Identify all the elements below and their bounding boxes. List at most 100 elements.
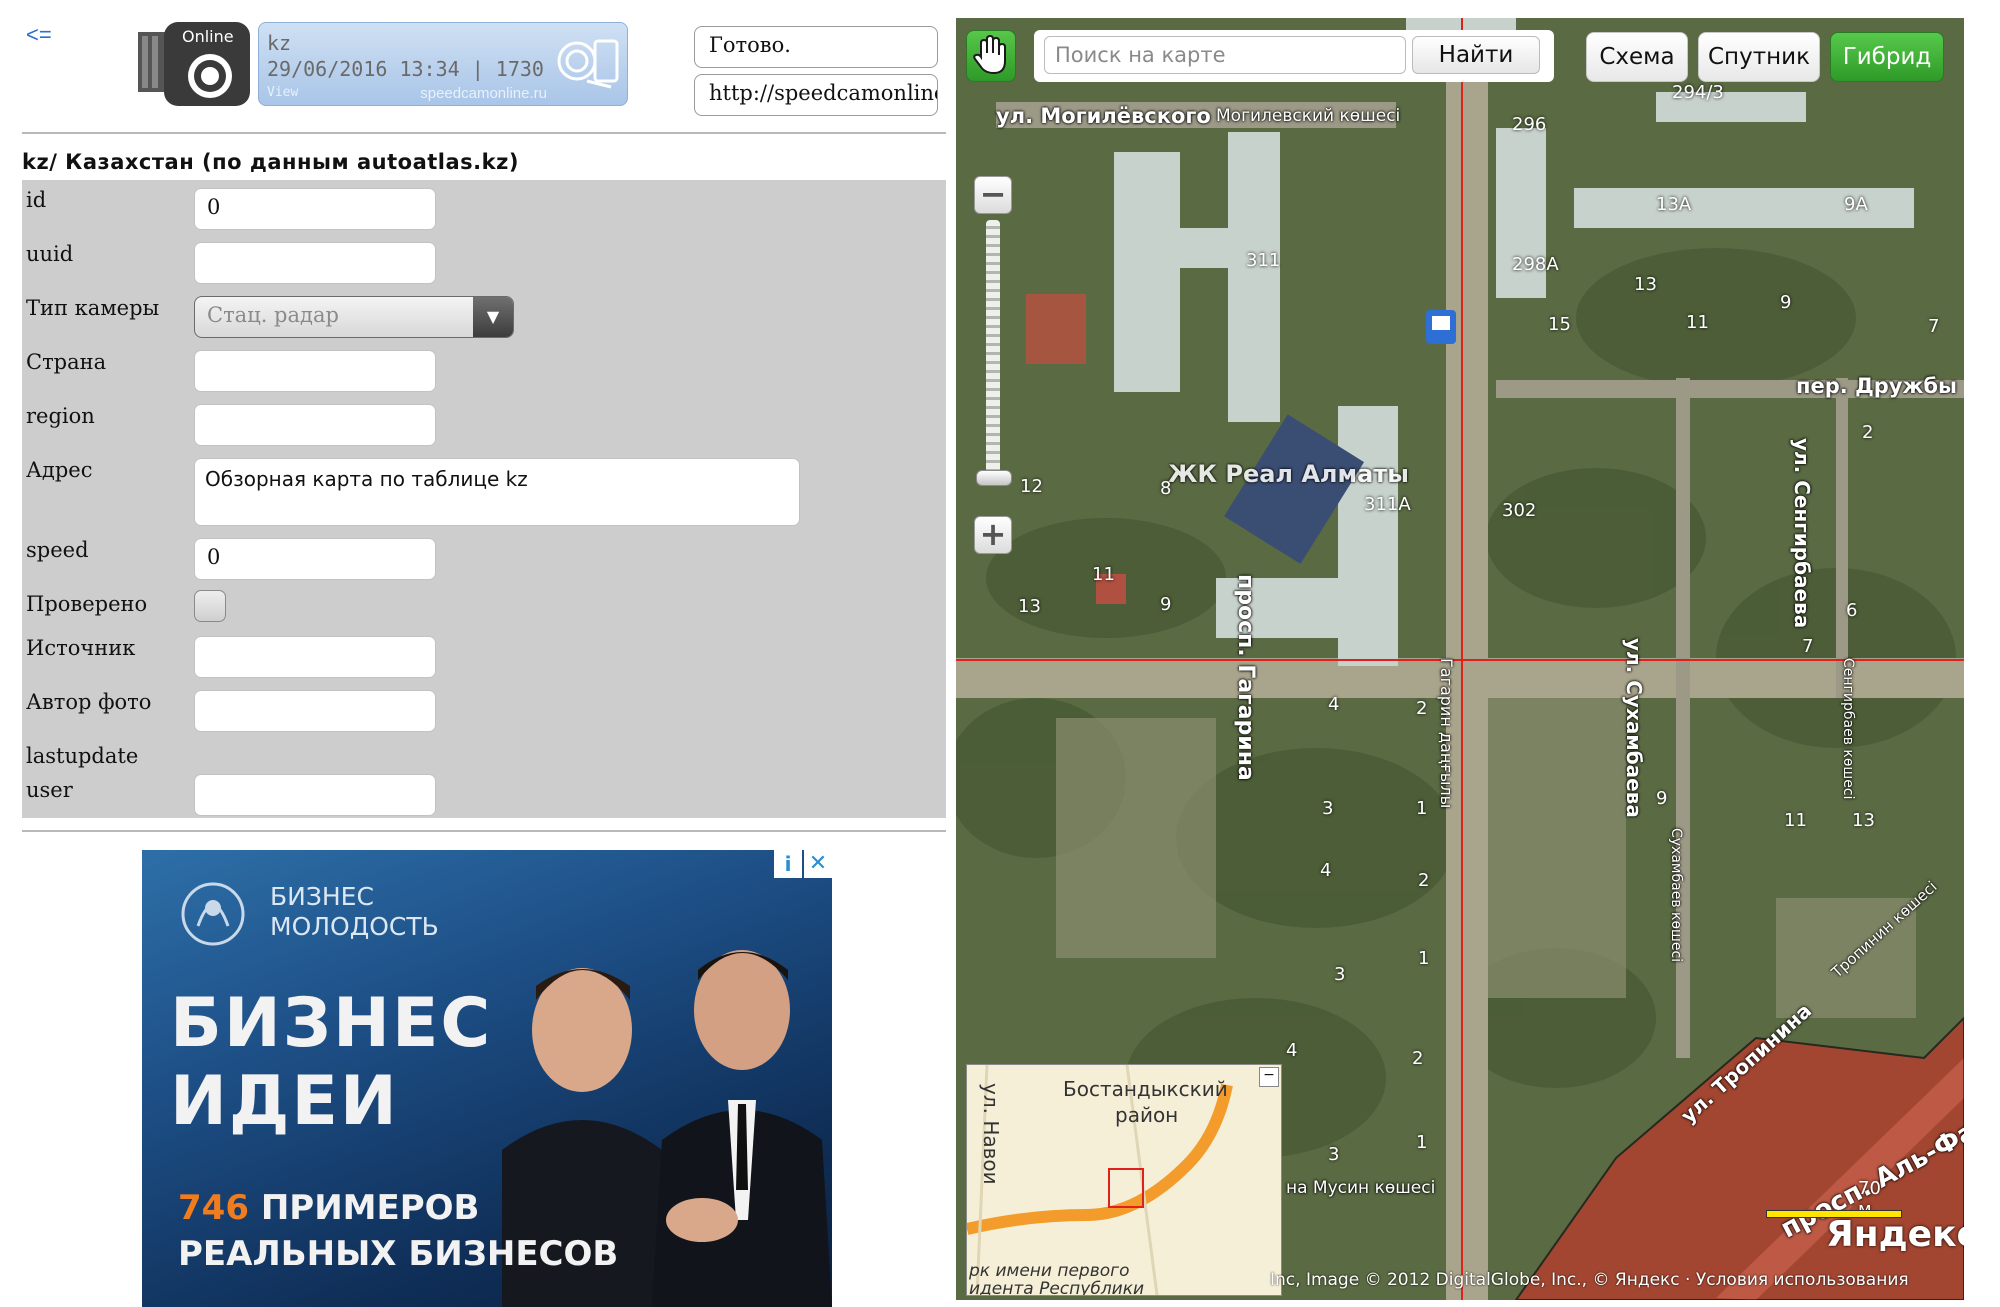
street-label: Сенгирбаев көшесі (1840, 658, 1856, 800)
house-number: 13 (1634, 274, 1657, 295)
verified-checkbox[interactable] (194, 590, 226, 622)
verified-label: Проверено (26, 592, 148, 616)
logo-text: Online (182, 27, 234, 46)
house-number: 9 (1656, 788, 1668, 809)
pan-tool-button[interactable] (966, 30, 1016, 82)
country-label: Страна (26, 350, 107, 374)
minimap-district2: район (1115, 1103, 1179, 1127)
region-label: region (26, 404, 95, 428)
house-number: 6 (1846, 600, 1858, 621)
house-number: 11 (1784, 810, 1807, 831)
speedcam-ticker[interactable]: kz 29/06/2016 13:34 | 1730 View speedcam… (258, 22, 628, 106)
house-number: 3 (1334, 964, 1346, 985)
id-input[interactable]: 0 (194, 188, 436, 230)
house-number: 7 (1802, 636, 1814, 657)
ad-subline2: РЕАЛЬНЫХ БИЗНЕСОВ (178, 1234, 619, 1274)
mode-scheme-button[interactable]: Схема (1586, 32, 1688, 82)
house-number: 2 (1862, 422, 1874, 443)
url-field[interactable]: http://speedcamonline.ru (694, 74, 938, 116)
divider (22, 132, 946, 134)
ad-headline1: БИЗНЕС (170, 984, 493, 1063)
map-widget[interactable]: ул. Могилёвского Могилевский көшесі пер.… (956, 18, 1964, 1300)
house-number: 13 (1018, 596, 1041, 617)
street-label: Гагарин даңғылы (1437, 658, 1456, 809)
street-label: ул. Могилёвского (996, 104, 1211, 128)
zoom-out-button[interactable]: − (974, 176, 1012, 214)
street-label: пер. Дружбы (1796, 374, 1958, 398)
street-label: ул. Сенгирбаева (1790, 438, 1814, 629)
minimap-district: Бостандыкский (1063, 1077, 1228, 1101)
zoom-in-button[interactable]: + (974, 516, 1012, 554)
house-number: 296 (1512, 114, 1547, 135)
house-number: 7 (1928, 316, 1940, 337)
house-number: 311А (1364, 494, 1411, 515)
zoom-slider-track[interactable] (986, 220, 1000, 482)
house-number: 302 (1502, 500, 1537, 521)
camera-type-label: Тип камеры (26, 296, 160, 320)
house-number: 9 (1780, 292, 1792, 313)
chevron-down-icon[interactable]: ▼ (473, 297, 513, 337)
ad-subline1-rest: ПРИМЕРОВ (248, 1188, 480, 1228)
map-copyright[interactable]: Inc, Image © 2012 DigitalGlobe, Inc., © … (1270, 1270, 1909, 1290)
lastupdate-label: lastupdate (26, 744, 139, 768)
house-number: 4 (1328, 694, 1340, 715)
house-number: 1 (1418, 948, 1430, 969)
house-number: 3 (1322, 798, 1334, 819)
zoom-control: − + (970, 176, 1014, 576)
house-number: 4 (1286, 1040, 1298, 1061)
address-label: Адрес (26, 458, 93, 482)
house-number: 3 (1328, 1144, 1340, 1165)
address-textarea[interactable]: Обзорная карта по таблице kz (194, 458, 800, 526)
house-number: 2 (1418, 870, 1430, 891)
region-input[interactable] (194, 404, 436, 446)
street-label: на Мусин көшесі (1286, 1178, 1436, 1198)
overview-minimap[interactable]: Бостандыкский район ул. Навои рк имени п… (966, 1064, 1282, 1296)
speed-input[interactable]: 0 (194, 538, 436, 580)
ad-brand-line1: БИЗНЕС (270, 882, 374, 911)
source-input[interactable] (194, 636, 436, 678)
status-field: Готово. (694, 26, 938, 68)
camera-type-value: Стац. радар (207, 303, 339, 327)
yandex-logo[interactable]: Яндекс (1826, 1214, 1964, 1255)
ad-info-icon[interactable]: i (774, 850, 802, 878)
house-number: 9 (1160, 594, 1172, 615)
uuid-label: uuid (26, 242, 74, 266)
user-label: user (26, 778, 73, 802)
user-input[interactable] (194, 774, 436, 816)
brand-emblem-icon (181, 882, 245, 946)
complex-label: ЖК Реал Алматы (1168, 460, 1409, 488)
street-label: ул. Сухамбаева (1622, 638, 1646, 818)
country-input[interactable] (194, 350, 436, 392)
advertisement-banner[interactable]: БИЗНЕС МОЛОДОСТЬ БИЗНЕС ИДЕИ 746 ПРИМЕРО… (142, 850, 832, 1307)
record-form: id 0 uuid Тип камеры Стац. радар ▼ Стран… (22, 180, 946, 818)
form-title: kz/ Казахстан (по данным autoatlas.kz) (22, 150, 519, 174)
street-label: просп. Гагарина (1233, 574, 1258, 781)
map-search-button[interactable]: Найти (1412, 36, 1540, 74)
ticker-datetime: 29/06/2016 13:34 | 1730 (267, 57, 544, 81)
mode-hybrid-button[interactable]: Гибрид (1830, 32, 1944, 82)
ad-headline2: ИДЕИ (170, 1062, 399, 1141)
mode-satellite-button[interactable]: Спутник (1698, 32, 1820, 82)
house-number: 9А (1844, 194, 1868, 215)
ad-close-icon[interactable]: ✕ (804, 850, 832, 878)
house-number: 1 (1416, 798, 1428, 819)
uuid-input[interactable] (194, 242, 436, 284)
divider (22, 830, 946, 832)
back-link[interactable]: <= (26, 22, 52, 48)
source-label: Источник (26, 636, 136, 660)
map-search-input[interactable]: Поиск на карте (1044, 36, 1406, 74)
minimap-park: рк имени первого (969, 1261, 1130, 1281)
speed-label: speed (26, 538, 89, 562)
zoom-slider-thumb[interactable] (976, 470, 1012, 486)
ticker-view: View (267, 85, 299, 100)
house-number: 8 (1160, 478, 1172, 499)
minimap-street: ул. Навои (979, 1083, 1003, 1185)
camera-type-select[interactable]: Стац. радар ▼ (194, 296, 514, 338)
speed-camera-icon (557, 39, 619, 89)
house-number: 298А (1512, 254, 1559, 275)
ad-brand-line2: МОЛОДОСТЬ (270, 912, 439, 941)
id-label: id (26, 188, 47, 212)
photo-author-input[interactable] (194, 690, 436, 732)
minimap-minimize-button[interactable]: − (1259, 1067, 1279, 1087)
ad-number: 746 (178, 1188, 249, 1228)
